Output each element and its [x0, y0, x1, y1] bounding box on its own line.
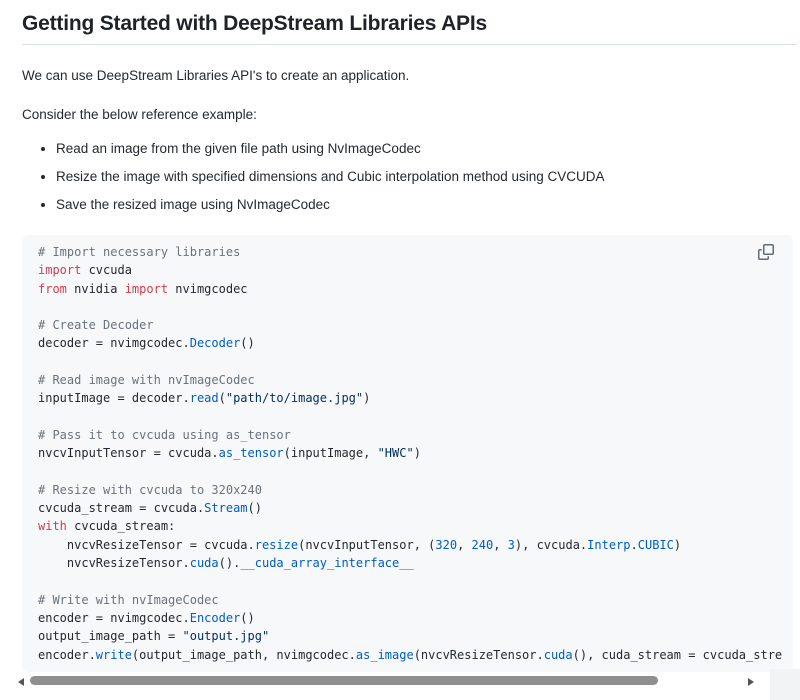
code-line [38, 463, 777, 481]
code-line: encoder = nvimgcodec.Encoder() [38, 609, 777, 627]
code-content: # Import necessary librariesimport cvcud… [38, 243, 777, 664]
code-line: inputImage = decoder.read("path/to/image… [38, 389, 777, 407]
list-item-read: Read an image from the given file path u… [56, 140, 797, 157]
code-line: output_image_path = "output.jpg" [38, 627, 777, 645]
list-item-resize: Resize the image with specified dimensio… [56, 168, 797, 185]
code-line: import cvcuda [38, 261, 777, 279]
copy-button[interactable] [755, 241, 777, 263]
code-line: # Resize with cvcuda to 320x240 [38, 481, 777, 499]
code-line: cvcuda_stream = cvcuda.Stream() [38, 499, 777, 517]
code-line: nvcvResizeTensor = cvcuda.resize(nvcvInp… [38, 536, 777, 554]
scroll-right-arrow-icon[interactable] [748, 678, 754, 686]
docs-page: Getting Started with DeepStream Librarie… [0, 0, 800, 700]
code-line [38, 572, 777, 590]
intro-paragraph: We can use DeepStream Libraries API's to… [22, 67, 797, 84]
code-line [38, 408, 777, 426]
list-item-save: Save the resized image using NvImageCode… [56, 196, 797, 213]
scrollbar-corner [770, 669, 800, 700]
code-block: # Import necessary librariesimport cvcud… [22, 235, 793, 672]
code-line: # Read image with nvImageCodec [38, 371, 777, 389]
code-line: # Pass it to cvcuda using as_tensor [38, 426, 777, 444]
code-line: with cvcuda_stream: [38, 517, 777, 535]
code-line: nvcvInputTensor = cvcuda.as_tensor(input… [38, 444, 777, 462]
code-line: nvcvResizeTensor.cuda().__cuda_array_int… [38, 554, 777, 572]
code-line: # Import necessary libraries [38, 243, 777, 261]
code-line [38, 353, 777, 371]
lead-paragraph: Consider the below reference example: [22, 106, 797, 123]
scroll-left-arrow-icon[interactable] [18, 678, 24, 686]
code-line [38, 298, 777, 316]
reference-steps-list: Read an image from the given file path u… [22, 140, 797, 213]
page-title: Getting Started with DeepStream Librarie… [22, 12, 797, 45]
scrollbar-thumb[interactable] [30, 676, 658, 685]
horizontal-scrollbar[interactable] [0, 674, 770, 690]
code-line: # Create Decoder [38, 316, 777, 334]
code-line: decoder = nvimgcodec.Decoder() [38, 334, 777, 352]
copy-icon [758, 244, 774, 260]
code-line: # Write with nvImageCodec [38, 591, 777, 609]
code-line: from nvidia import nvimgcodec [38, 280, 777, 298]
code-line: encoder.write(output_image_path, nvimgco… [38, 646, 777, 664]
